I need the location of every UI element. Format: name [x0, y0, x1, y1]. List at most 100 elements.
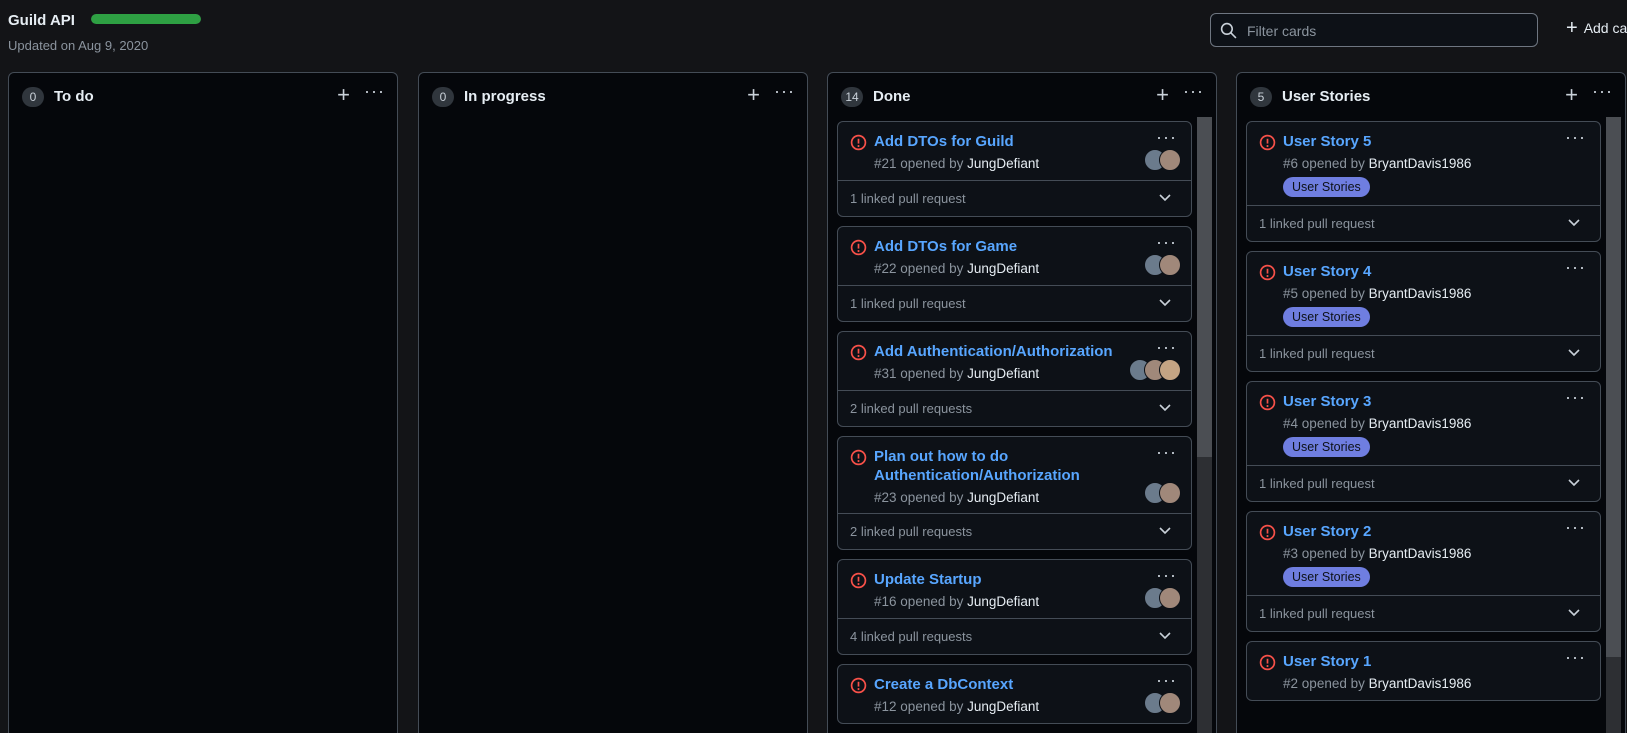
chevron-down-icon[interactable] — [1159, 403, 1171, 413]
issue-card[interactable]: Plan out how to do Authentication/Author… — [837, 436, 1192, 550]
card-more-options-icon[interactable]: ··· — [1565, 647, 1586, 668]
issue-author-link[interactable]: JungDefiant — [967, 366, 1039, 381]
card-more-options-icon[interactable]: ··· — [1156, 337, 1177, 358]
card-more-options-icon[interactable]: ··· — [1156, 565, 1177, 586]
card-more-options-icon[interactable]: ··· — [1156, 670, 1177, 691]
issue-title-link[interactable]: Update Startup — [874, 570, 1122, 589]
card-more-options-icon[interactable]: ··· — [1156, 442, 1177, 463]
issue-number: #3 — [1283, 546, 1299, 561]
progress-fill — [91, 14, 201, 24]
avatar[interactable] — [1159, 359, 1181, 381]
issue-label[interactable]: User Stories — [1283, 307, 1370, 327]
linked-pull-requests[interactable]: 4 linked pull requests — [838, 618, 1191, 654]
avatar[interactable] — [1159, 254, 1181, 276]
chevron-down-icon[interactable] — [1159, 526, 1171, 536]
linked-pull-requests[interactable]: 2 linked pull requests — [838, 390, 1191, 426]
add-card-icon[interactable]: + — [1156, 82, 1169, 108]
project-title[interactable]: Guild API — [8, 12, 75, 29]
issue-author-link[interactable]: BryantDavis1986 — [1369, 416, 1472, 431]
linked-pull-requests[interactable]: 2 linked pull requests — [838, 513, 1191, 549]
linked-pull-requests[interactable]: 1 linked pull request — [838, 285, 1191, 321]
chevron-down-icon[interactable] — [1568, 218, 1580, 228]
issue-card[interactable]: User Story 5 #6 opened by BryantDavis1986… — [1246, 121, 1601, 242]
card-more-options-icon[interactable]: ··· — [1156, 127, 1177, 148]
linked-pull-requests[interactable]: 1 linked pull request — [1247, 595, 1600, 631]
avatar[interactable] — [1159, 692, 1181, 714]
issue-title-link[interactable]: User Story 4 — [1283, 262, 1531, 281]
scrollbar-thumb[interactable] — [1606, 117, 1621, 657]
issue-author-link[interactable]: JungDefiant — [967, 261, 1039, 276]
issue-title-link[interactable]: Add DTOs for Guild — [874, 132, 1122, 151]
card-more-options-icon[interactable]: ··· — [1565, 517, 1586, 538]
assignee-avatars — [1144, 149, 1181, 171]
issue-card[interactable]: Add DTOs for Guild #21 opened by JungDefi… — [837, 121, 1192, 217]
issue-author-link[interactable]: BryantDavis1986 — [1369, 286, 1472, 301]
issue-card[interactable]: User Story 2 #3 opened by BryantDavis1986… — [1246, 511, 1601, 632]
add-cards-button[interactable]: + Add cards — [1566, 18, 1627, 38]
avatar[interactable] — [1159, 482, 1181, 504]
issue-title-link[interactable]: Add DTOs for Game — [874, 237, 1122, 256]
issue-card[interactable]: Create a DbContext #12 opened by JungDefi… — [837, 664, 1192, 724]
opened-by-text: opened by — [1301, 546, 1365, 561]
issue-card[interactable]: Add DTOs for Game #22 opened by JungDefia… — [837, 226, 1192, 322]
issue-author-link[interactable]: JungDefiant — [967, 490, 1039, 505]
card-more-options-icon[interactable]: ··· — [1565, 127, 1586, 148]
issue-card[interactable]: Update Startup #16 opened by JungDefiant ·… — [837, 559, 1192, 655]
more-options-icon[interactable]: ··· — [364, 81, 385, 102]
issue-title-link[interactable]: Add Authentication/Authorization — [874, 342, 1122, 361]
issue-card[interactable]: Add Authentication/Authorization #31 open… — [837, 331, 1192, 427]
column-scrollbar[interactable] — [1606, 117, 1621, 733]
add-card-icon[interactable]: + — [747, 82, 760, 108]
linked-pull-requests[interactable]: 1 linked pull request — [838, 180, 1191, 216]
add-card-icon[interactable]: + — [337, 82, 350, 108]
issue-number: #4 — [1283, 416, 1299, 431]
card-more-options-icon[interactable]: ··· — [1156, 232, 1177, 253]
chevron-down-icon[interactable] — [1568, 478, 1580, 488]
more-options-icon[interactable]: ··· — [774, 81, 795, 102]
issue-card[interactable]: User Story 1 #2 opened by BryantDavis1986… — [1246, 641, 1601, 701]
linked-pull-requests[interactable]: 1 linked pull request — [1247, 205, 1600, 241]
scrollbar-thumb[interactable] — [1197, 117, 1212, 457]
issue-author-link[interactable]: JungDefiant — [967, 156, 1039, 171]
column-user-stories: 5 User Stories + ··· User Story 5 #6 open… — [1236, 72, 1626, 733]
linked-pull-requests[interactable]: 1 linked pull request — [1247, 335, 1600, 371]
issue-title-link[interactable]: User Story 5 — [1283, 132, 1531, 151]
issue-author-link[interactable]: JungDefiant — [967, 699, 1039, 714]
issue-author-link[interactable]: BryantDavis1986 — [1369, 546, 1472, 561]
issue-label[interactable]: User Stories — [1283, 177, 1370, 197]
card-body: User Story 4 #5 opened by BryantDavis1986… — [1247, 252, 1600, 335]
issue-title-link[interactable]: User Story 1 — [1283, 652, 1531, 671]
chevron-down-icon[interactable] — [1568, 608, 1580, 618]
column-scrollbar[interactable] — [1197, 117, 1212, 733]
column-title: In progress — [464, 88, 546, 105]
issue-author-link[interactable]: BryantDavis1986 — [1369, 676, 1472, 691]
card-more-options-icon[interactable]: ··· — [1565, 257, 1586, 278]
issue-author-link[interactable]: JungDefiant — [967, 594, 1039, 609]
issue-title-link[interactable]: User Story 2 — [1283, 522, 1531, 541]
issue-title-link[interactable]: Create a DbContext — [874, 675, 1122, 694]
issue-card[interactable]: User Story 4 #5 opened by BryantDavis1986… — [1246, 251, 1601, 372]
column-to-do: 0 To do + ··· — [8, 72, 398, 733]
chevron-down-icon[interactable] — [1159, 193, 1171, 203]
chevron-down-icon[interactable] — [1159, 298, 1171, 308]
filter-cards-field[interactable] — [1210, 13, 1538, 47]
issue-label[interactable]: User Stories — [1283, 437, 1370, 457]
issue-author-link[interactable]: BryantDavis1986 — [1369, 156, 1472, 171]
issue-label[interactable]: User Stories — [1283, 567, 1370, 587]
issue-title-link[interactable]: Plan out how to do Authentication/Author… — [874, 447, 1122, 485]
add-card-icon[interactable]: + — [1565, 82, 1578, 108]
avatar[interactable] — [1159, 587, 1181, 609]
more-options-icon[interactable]: ··· — [1592, 81, 1613, 102]
issue-card[interactable]: User Story 3 #4 opened by BryantDavis1986… — [1246, 381, 1601, 502]
avatar[interactable] — [1159, 149, 1181, 171]
issue-title-link[interactable]: User Story 3 — [1283, 392, 1531, 411]
issue-meta: #2 opened by BryantDavis1986 — [1283, 676, 1588, 691]
card-more-options-icon[interactable]: ··· — [1565, 387, 1586, 408]
more-options-icon[interactable]: ··· — [1183, 81, 1204, 102]
filter-cards-input[interactable] — [1245, 20, 1529, 42]
linked-pull-requests[interactable]: 1 linked pull request — [1247, 465, 1600, 501]
linked-pr-count: 1 linked pull request — [850, 191, 966, 206]
updated-date: Updated on Aug 9, 2020 — [8, 38, 149, 53]
chevron-down-icon[interactable] — [1159, 631, 1171, 641]
chevron-down-icon[interactable] — [1568, 348, 1580, 358]
